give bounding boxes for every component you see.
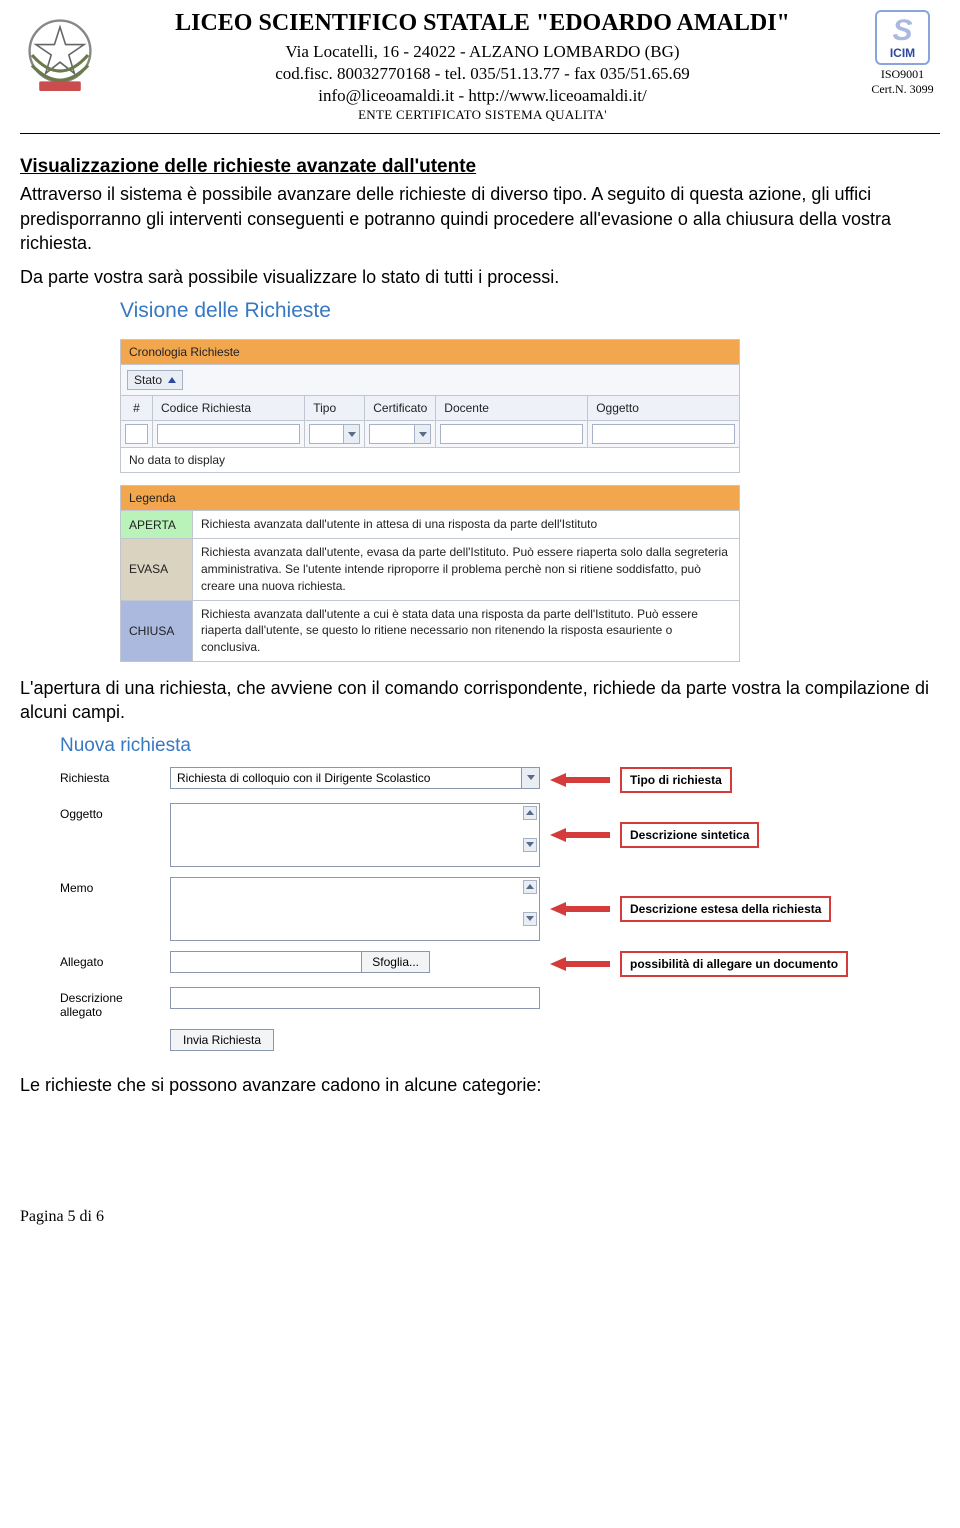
status-chiusa-badge: CHIUSA [121,600,193,661]
school-title: LICEO SCIENTIFICO STATALE "EDOARDO AMALD… [115,10,850,37]
page-footer: Pagina 5 di 6 [20,1208,940,1226]
callout-sintetica: Descrizione sintetica [620,822,759,848]
arrow-left-icon [550,773,610,787]
filter-tipo-dropdown[interactable] [309,424,360,444]
oggetto-textarea[interactable] [170,803,540,867]
section-heading: Visualizzazione delle richieste avanzate… [20,156,940,178]
filter-codice-input[interactable] [157,424,300,444]
invia-richiesta-button[interactable]: Invia Richiesta [170,1029,274,1051]
cert-number: Cert.N. 3099 [871,82,933,97]
icim-logo-icon: S ICIM [875,10,930,65]
scroll-up-icon[interactable] [523,880,537,894]
cronologia-table: Cronologia Richieste Stato # Codice Rich… [120,339,740,473]
ss2-title: Nuova richiesta [60,735,940,757]
filter-oggetto-input[interactable] [592,424,735,444]
school-codfisc: cod.fisc. 80032770168 - tel. 035/51.13.7… [115,63,850,85]
label-desc-allegato: Descrizione allegato [60,987,160,1020]
filter-docente-input[interactable] [440,424,583,444]
allegato-path-input[interactable] [170,951,361,973]
callout-allegare: possibilità di allegare un documento [620,951,848,977]
paragraph-2: Da parte vostra sarà possibile visualizz… [20,265,940,289]
status-aperta-desc: Richiesta avanzata dall'utente in attesa… [193,511,740,539]
school-contact: info@liceoamaldi.it - http://www.liceoam… [115,85,850,107]
desc-allegato-input[interactable] [170,987,540,1009]
callout-tipo: Tipo di richiesta [620,767,732,793]
page-header: LICEO SCIENTIFICO STATALE "EDOARDO AMALD… [20,10,940,123]
filter-num-input[interactable] [125,424,148,444]
col-docente[interactable]: Docente [436,396,588,421]
richiesta-value: Richiesta di colloquio con il Dirigente … [171,768,521,788]
col-tipo[interactable]: Tipo [305,396,365,421]
status-evasa-desc: Richiesta avanzata dall'utente, evasa da… [193,539,740,600]
label-memo: Memo [60,877,160,895]
richiesta-dropdown[interactable]: Richiesta di colloquio con il Dirigente … [170,767,540,789]
col-certificato[interactable]: Certificato [365,396,436,421]
status-evasa-badge: EVASA [121,539,193,600]
col-codice[interactable]: Codice Richiesta [153,396,305,421]
dropdown-icon [348,432,356,437]
stato-sort-button[interactable]: Stato [127,370,183,390]
scroll-down-icon[interactable] [523,912,537,926]
col-oggetto[interactable]: Oggetto [588,396,740,421]
memo-textarea[interactable] [170,877,540,941]
scroll-up-icon[interactable] [523,806,537,820]
legenda-header: Legenda [121,486,740,511]
label-oggetto: Oggetto [60,803,160,821]
stato-label: Stato [134,373,162,387]
dropdown-icon [527,775,535,780]
screenshot-nuova-richiesta: Nuova richiesta Richiesta Richiesta di c… [60,735,940,1052]
quality-line: ENTE CERTIFICATO SISTEMA QUALITA' [115,107,850,123]
italian-emblem-icon [20,10,100,100]
status-chiusa-desc: Richiesta avanzata dall'utente a cui è s… [193,600,740,661]
status-aperta-badge: APERTA [121,511,193,539]
screenshot-visione-richieste: Visione delle Richieste Cronologia Richi… [120,299,740,662]
arrow-left-icon [550,828,610,842]
scroll-down-icon[interactable] [523,838,537,852]
legenda-table: Legenda APERTA Richiesta avanzata dall'u… [120,485,740,662]
callout-estesa: Descrizione estesa della richiesta [620,896,831,922]
dropdown-icon [419,432,427,437]
label-richiesta: Richiesta [60,767,160,785]
mid-paragraph: L'apertura di una richiesta, che avviene… [20,676,940,725]
arrow-left-icon [550,957,610,971]
iso-text: ISO9001 [881,67,924,82]
paragraph-1: Attraverso il sistema è possibile avanza… [20,182,940,255]
sort-asc-icon [168,377,176,383]
label-allegato: Allegato [60,951,160,969]
col-num[interactable]: # [121,396,153,421]
certification-block: S ICIM ISO9001 Cert.N. 3099 [865,10,940,97]
final-paragraph: Le richieste che si possono avanzare cad… [20,1073,940,1097]
arrow-left-icon [550,902,610,916]
filter-certificato-dropdown[interactable] [369,424,431,444]
ss1-title: Visione delle Richieste [120,299,740,323]
cronologia-header: Cronologia Richieste [121,340,740,365]
header-separator [20,133,940,134]
school-address: Via Locatelli, 16 - 24022 - ALZANO LOMBA… [115,41,850,63]
sfoglia-button[interactable]: Sfoglia... [361,951,430,973]
no-data-row: No data to display [121,448,740,473]
